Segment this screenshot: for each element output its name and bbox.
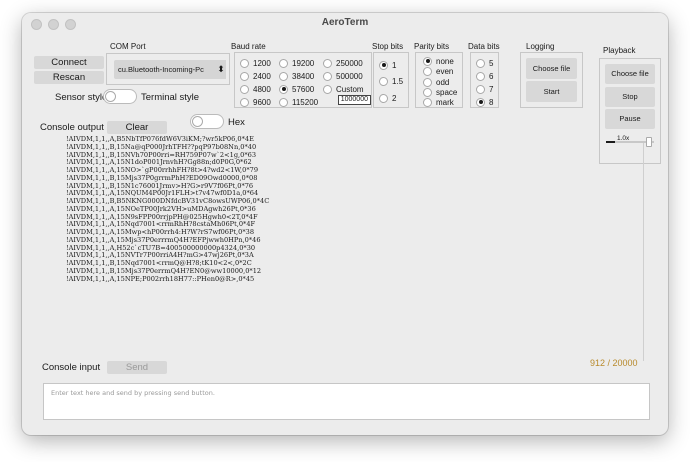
line-count: 912 / 20000 [590,358,638,368]
radio-circle [379,93,388,103]
playback-choose-file-button[interactable]: Choose file [605,64,655,84]
toggle-knob [192,116,203,127]
playback-title: Playback [603,46,636,55]
logging-choose-file-button[interactable]: Choose file [526,58,577,79]
baud-option-115200[interactable]: 115200 [279,96,318,108]
data-bits-option-7[interactable]: 7 [476,83,493,95]
logging-title: Logging [526,42,555,51]
radio-circle [279,71,288,81]
console-output[interactable]: !AIVDM,1,1,,A,B5NbTfP076fdW6V3iKM;?wr5kP… [66,135,486,283]
radio-circle [379,76,388,86]
send-button[interactable]: Send [107,361,167,374]
data-bits-option-5[interactable]: 5 [476,57,493,69]
radio-circle [240,84,249,94]
playback-pause-button[interactable]: Pause [605,109,655,129]
slider-thumb[interactable] [646,137,652,147]
baud-option-57600[interactable]: 57600 [279,83,314,95]
radio-circle [240,58,249,68]
radio-circle [279,97,288,107]
connect-button[interactable]: Connect [34,56,104,69]
baud-option-custom[interactable]: Custom [323,83,364,95]
baud-option-38400[interactable]: 38400 [279,70,314,82]
radio-circle [476,84,485,94]
hex-toggle[interactable] [190,114,224,129]
playback-vertical-track [643,143,644,361]
radio-circle [240,97,249,107]
playback-speed-slider[interactable] [606,137,654,147]
radio-circle [423,97,432,107]
baud-option-4800[interactable]: 4800 [240,83,271,95]
sensor-style-label: Sensor style [55,92,108,103]
radio-circle [323,84,332,94]
stop-bits-option-2[interactable]: 2 [379,92,396,104]
baud-option-1200[interactable]: 1200 [240,57,271,69]
app-window: AeroTerm Connect Rescan Sensor style Ter… [22,13,668,435]
com-port-select[interactable]: cu.Bluetooth-Incoming-Pc [114,60,218,79]
select-arrows-icon: ⬍ [216,60,226,79]
playback-speed-label: 1.0x [617,135,630,142]
console-input-label: Console input [42,362,101,373]
hex-label: Hex [228,117,245,128]
data-bits-option-8[interactable]: 8 [476,96,493,108]
stop-bits-option-1[interactable]: 1 [379,59,396,71]
terminal-style-label: Terminal style [141,92,200,103]
radio-circle-selected [476,97,485,107]
baud-option-2400[interactable]: 2400 [240,70,271,82]
clear-button[interactable]: Clear [107,121,167,134]
radio-circle-selected [279,84,288,94]
style-toggle[interactable] [103,89,137,104]
stop-bits-title: Stop bits [372,42,404,51]
com-port-title: COM Port [110,42,146,51]
parity-option-mark[interactable]: mark [423,96,454,108]
console-line: !AIVDM,1,1,,A,15NPE;P002rrh18H77::PHen0@… [66,274,255,283]
radio-circle [476,58,485,68]
radio-circle [323,71,332,81]
stop-bits-option-1-5[interactable]: 1.5 [379,75,403,87]
radio-circle [476,71,485,81]
rescan-button[interactable]: Rescan [34,71,104,84]
data-bits-title: Data bits [468,42,500,51]
radio-circle [423,66,432,76]
baud-option-19200[interactable]: 19200 [279,57,314,69]
baud-option-500000[interactable]: 500000 [323,70,363,82]
radio-circle-selected [379,60,388,70]
com-port-group: cu.Bluetooth-Incoming-Pc ⬍ [106,53,230,85]
window-title: AeroTerm [321,17,369,28]
console-output-label: Console output [40,122,104,133]
baud-option-250000[interactable]: 250000 [323,57,363,69]
baud-rate-title: Baud rate [231,42,266,51]
radio-circle [240,71,249,81]
playback-stop-button[interactable]: Stop [605,87,655,107]
custom-baud-input[interactable]: 1000000 [338,95,371,105]
data-bits-option-6[interactable]: 6 [476,70,493,82]
baud-option-9600[interactable]: 9600 [240,96,271,108]
slider-fill [606,141,615,143]
parity-bits-title: Parity bits [414,42,450,51]
com-port-selected: cu.Bluetooth-Incoming-Pc [118,65,204,74]
console-input-field[interactable]: Enter text here and send by pressing sen… [43,383,650,420]
radio-circle [279,58,288,68]
title-bar: AeroTerm [22,13,668,35]
toggle-knob [105,91,116,102]
logging-start-button[interactable]: Start [526,81,577,102]
radio-circle [323,58,332,68]
